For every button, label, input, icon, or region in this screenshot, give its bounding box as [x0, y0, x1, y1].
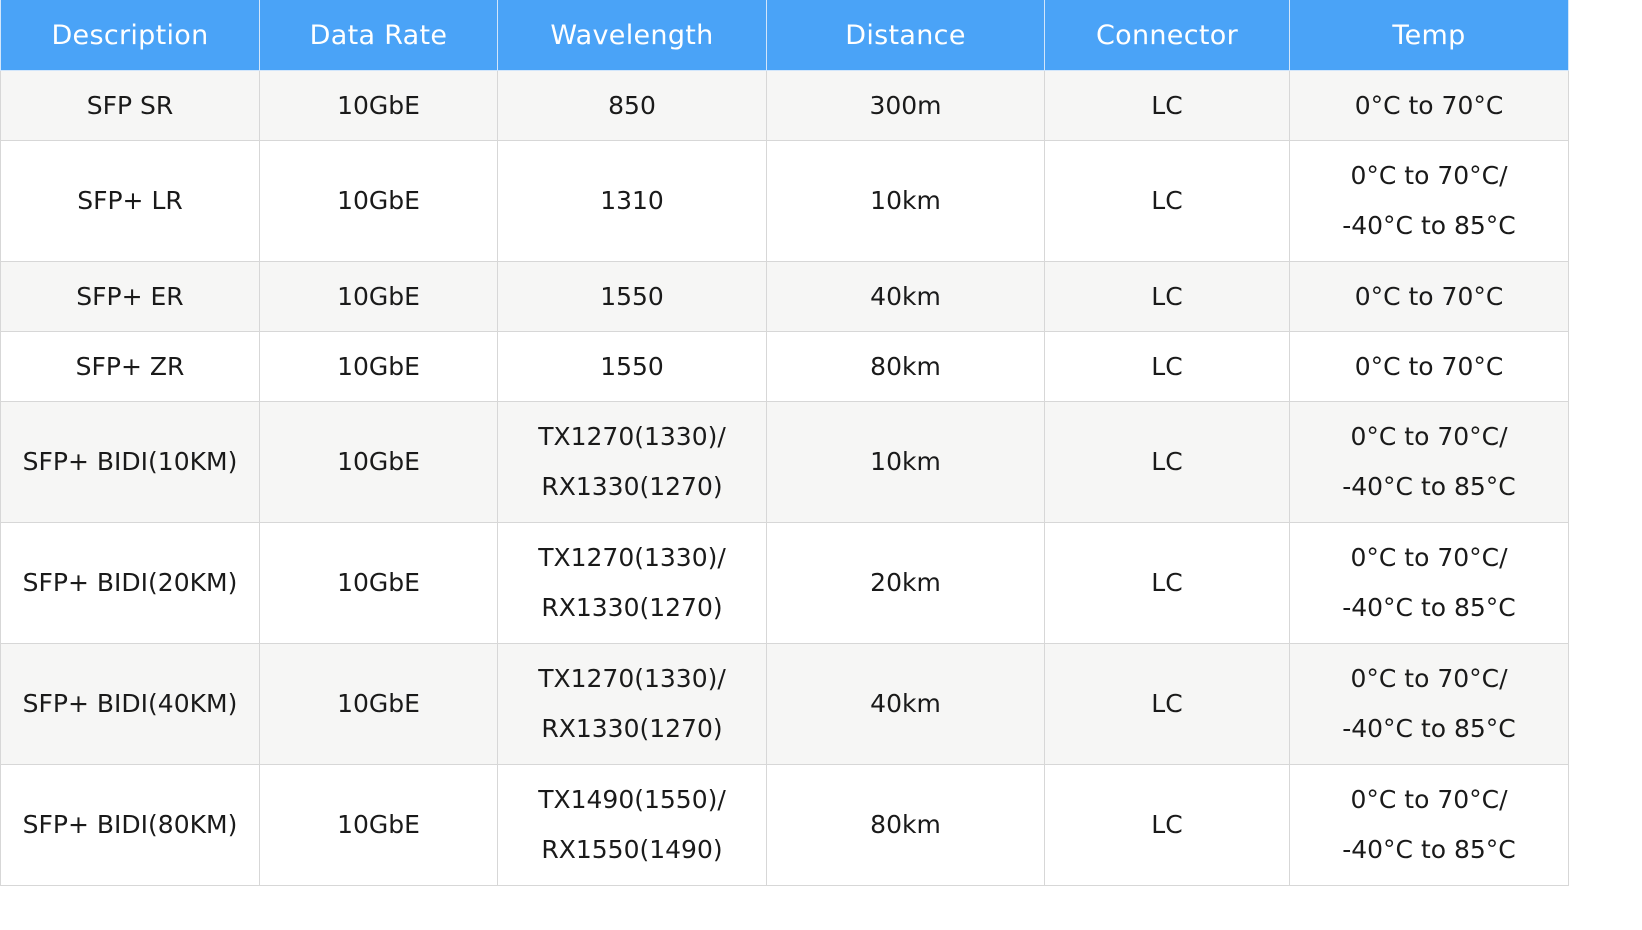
cell-data-rate: 10GbE — [259, 401, 498, 523]
cell-wavelength: 1550 — [497, 261, 767, 332]
cell-data-rate: 10GbE — [259, 643, 498, 765]
cell-description: SFP+ ZR — [0, 331, 260, 402]
cell-distance: 20km — [766, 522, 1045, 644]
cell-wavelength: 850 — [497, 70, 767, 141]
table-row: SFP+ ZR 10GbE 1550 80km LC 0°C to 70°C — [0, 331, 1569, 402]
cell-temp: 0°C to 70°C/ -40°C to 85°C — [1289, 401, 1569, 523]
cell-distance: 80km — [766, 764, 1045, 886]
cell-description: SFP+ BIDI(40KM) — [0, 643, 260, 765]
cell-wavelength-line: RX1330(1270) — [541, 593, 723, 622]
cell-data-rate: 10GbE — [259, 261, 498, 332]
cell-description: SFP SR — [0, 70, 260, 141]
cell-temp: 0°C to 70°C/ -40°C to 85°C — [1289, 522, 1569, 644]
table-header: Description Data Rate Wavelength Distanc… — [0, 0, 1569, 71]
cell-temp-line: -40°C to 85°C — [1342, 593, 1516, 622]
cell-distance: 10km — [766, 401, 1045, 523]
cell-data-rate: 10GbE — [259, 140, 498, 262]
table-row: SFP+ BIDI(40KM) 10GbE TX1270(1330)/ RX1330(… — [0, 643, 1569, 765]
cell-temp: 0°C to 70°C — [1289, 331, 1569, 402]
cell-connector: LC — [1044, 331, 1290, 402]
cell-wavelength-line: TX1490(1550)/ — [538, 785, 726, 814]
cell-temp-line: 0°C to 70°C/ — [1350, 161, 1508, 190]
cell-connector: LC — [1044, 764, 1290, 886]
cell-wavelength: 1550 — [497, 331, 767, 402]
cell-wavelength-line: TX1270(1330)/ — [538, 543, 726, 572]
cell-temp: 0°C to 70°C — [1289, 70, 1569, 141]
table-row: SFP SR 10GbE 850 300m LC 0°C to 70°C — [0, 70, 1569, 141]
cell-temp-line: 0°C to 70°C/ — [1350, 422, 1508, 451]
cell-temp: 0°C to 70°C/ -40°C to 85°C — [1289, 140, 1569, 262]
cell-temp-line: 0°C to 70°C — [1354, 351, 1504, 381]
table-row: SFP+ ER 10GbE 1550 40km LC 0°C to 70°C — [0, 261, 1569, 332]
header-wavelength: Wavelength — [497, 0, 767, 71]
cell-connector: LC — [1044, 140, 1290, 262]
cell-distance: 300m — [766, 70, 1045, 141]
sfp-spec-table-container: Description Data Rate Wavelength Distanc… — [0, 0, 1569, 886]
table-body: SFP SR 10GbE 850 300m LC 0°C to 70°C SFP+ LR 10… — [0, 70, 1569, 886]
cell-distance: 40km — [766, 261, 1045, 332]
cell-description: SFP+ LR — [0, 140, 260, 262]
cell-temp-line: 0°C to 70°C/ — [1350, 785, 1508, 814]
cell-wavelength: TX1270(1330)/ RX1330(1270) — [497, 522, 767, 644]
cell-temp: 0°C to 70°C — [1289, 261, 1569, 332]
cell-temp-line: -40°C to 85°C — [1342, 835, 1516, 864]
table-row: SFP+ BIDI(20KM) 10GbE TX1270(1330)/ RX1330(… — [0, 522, 1569, 644]
cell-distance: 10km — [766, 140, 1045, 262]
table-row: SFP+ LR 10GbE 1310 10km LC 0°C to 70°C/ -40°C … — [0, 140, 1569, 262]
cell-connector: LC — [1044, 401, 1290, 523]
cell-wavelength-line: 1310 — [600, 186, 664, 215]
cell-distance: 80km — [766, 331, 1045, 402]
cell-wavelength-line: RX1330(1270) — [541, 714, 723, 743]
cell-description: SFP+ BIDI(80KM) — [0, 764, 260, 886]
header-description: Description — [0, 0, 260, 71]
cell-temp-line: -40°C to 85°C — [1342, 211, 1516, 240]
cell-data-rate: 10GbE — [259, 70, 498, 141]
cell-data-rate: 10GbE — [259, 331, 498, 402]
cell-wavelength: TX1270(1330)/ RX1330(1270) — [497, 643, 767, 765]
cell-wavelength: TX1270(1330)/ RX1330(1270) — [497, 401, 767, 523]
table-row: SFP+ BIDI(80KM) 10GbE TX1490(1550)/ RX1550(… — [0, 764, 1569, 886]
cell-data-rate: 10GbE — [259, 764, 498, 886]
cell-temp-line: -40°C to 85°C — [1342, 472, 1516, 501]
cell-distance: 40km — [766, 643, 1045, 765]
cell-temp: 0°C to 70°C/ -40°C to 85°C — [1289, 764, 1569, 886]
cell-wavelength: 1310 — [497, 140, 767, 262]
header-temp: Temp — [1289, 0, 1569, 71]
header-data-rate: Data Rate — [259, 0, 498, 71]
header-row: Description Data Rate Wavelength Distanc… — [0, 0, 1569, 71]
cell-wavelength-line: 1550 — [600, 281, 664, 311]
cell-description: SFP+ BIDI(20KM) — [0, 522, 260, 644]
cell-temp-line: 0°C to 70°C — [1354, 281, 1504, 311]
header-distance: Distance — [766, 0, 1045, 71]
table-row: SFP+ BIDI(10KM) 10GbE TX1270(1330)/ RX1330(… — [0, 401, 1569, 523]
cell-connector: LC — [1044, 643, 1290, 765]
cell-temp-line: 0°C to 70°C/ — [1350, 664, 1508, 693]
cell-connector: LC — [1044, 261, 1290, 332]
cell-temp-line: 0°C to 70°C/ — [1350, 543, 1508, 572]
cell-description: SFP+ BIDI(10KM) — [0, 401, 260, 523]
cell-connector: LC — [1044, 522, 1290, 644]
cell-wavelength-line: 850 — [608, 90, 656, 120]
header-connector: Connector — [1044, 0, 1290, 71]
cell-wavelength-line: TX1270(1330)/ — [538, 422, 726, 451]
cell-connector: LC — [1044, 70, 1290, 141]
cell-wavelength-line: RX1330(1270) — [541, 472, 723, 501]
cell-wavelength-line: 1550 — [600, 351, 664, 381]
cell-wavelength-line: TX1270(1330)/ — [538, 664, 726, 693]
cell-data-rate: 10GbE — [259, 522, 498, 644]
cell-wavelength: TX1490(1550)/ RX1550(1490) — [497, 764, 767, 886]
sfp-spec-table: Description Data Rate Wavelength Distanc… — [0, 0, 1569, 886]
cell-wavelength-line: RX1550(1490) — [541, 835, 723, 864]
cell-temp-line: -40°C to 85°C — [1342, 714, 1516, 743]
cell-description: SFP+ ER — [0, 261, 260, 332]
cell-temp-line: 0°C to 70°C — [1354, 90, 1504, 120]
cell-temp: 0°C to 70°C/ -40°C to 85°C — [1289, 643, 1569, 765]
